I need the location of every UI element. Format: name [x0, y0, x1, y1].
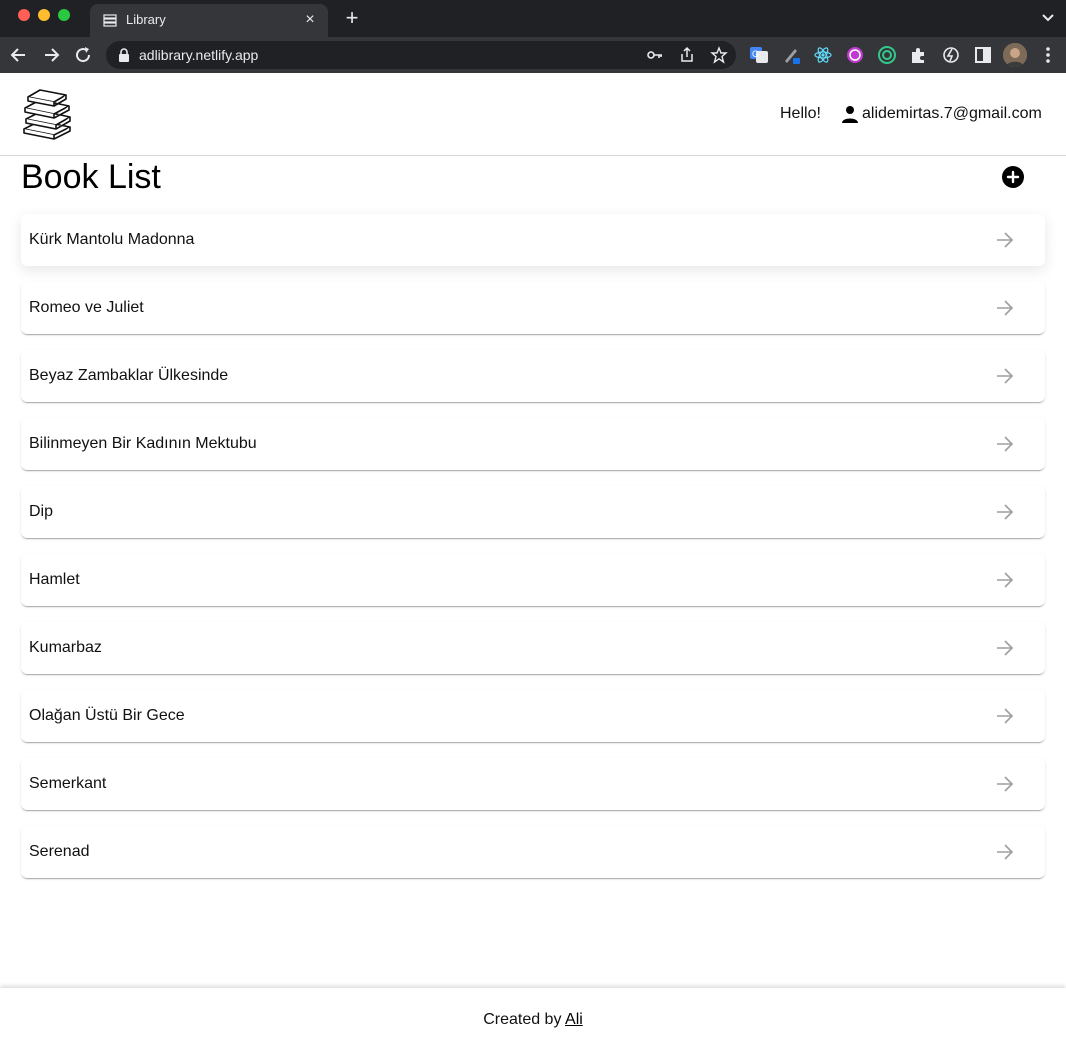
greeting-text: Hello!	[780, 105, 821, 122]
book-title: Semerkant	[29, 775, 107, 792]
sync-extension-icon[interactable]	[941, 45, 961, 65]
user-email[interactable]: alidemirtas.7@gmail.com	[862, 105, 1042, 123]
plus-icon	[1006, 170, 1020, 184]
profile-photo-icon	[1003, 43, 1027, 67]
book-list-item[interactable]: Hamlet	[21, 554, 1045, 606]
tab-title: Library	[126, 12, 166, 27]
book-title: Beyaz Zambaklar Ülkesinde	[29, 367, 229, 384]
browser-menu-icon[interactable]	[1038, 45, 1058, 65]
book-title: Hamlet	[29, 571, 80, 588]
address-bar[interactable]: adlibrary.netlify.app	[106, 41, 736, 69]
arrow-right-icon[interactable]	[995, 638, 1015, 658]
footer-prefix: Created by	[483, 1011, 562, 1028]
book-title: Bilinmeyen Bir Kadının Mektubu	[29, 435, 257, 452]
book-list: Kürk Mantolu Madonna Romeo ve Juliet Beyaz…	[21, 214, 1045, 894]
add-book-button[interactable]	[1002, 166, 1024, 188]
arrow-right-icon[interactable]	[995, 774, 1015, 794]
book-title: Dip	[29, 503, 54, 520]
book-list-item[interactable]: Bilinmeyen Bir Kadının Mektubu	[21, 418, 1045, 470]
footer-credit: Created by Ali	[0, 1011, 1066, 1029]
bookmark-star-icon[interactable]	[710, 46, 728, 64]
tab-search-chevron-icon[interactable]	[1040, 9, 1056, 25]
tab-close-icon[interactable]: ×	[300, 10, 320, 30]
arrow-right-icon[interactable]	[995, 502, 1015, 522]
share-icon[interactable]	[678, 46, 696, 64]
arrow-right-icon[interactable]	[995, 842, 1015, 862]
arrow-right-icon[interactable]	[995, 230, 1015, 250]
react-devtools-icon[interactable]	[813, 45, 833, 65]
maximize-window-button[interactable]	[58, 9, 70, 21]
profile-avatar[interactable]	[1003, 43, 1027, 67]
extensions-puzzle-icon[interactable]	[909, 45, 929, 65]
footer: Created by Ali	[0, 988, 1066, 1044]
key-icon[interactable]	[646, 46, 664, 64]
svg-text:G: G	[752, 49, 759, 59]
lock-icon	[119, 48, 129, 62]
book-list-item[interactable]: Dip	[21, 486, 1045, 538]
redux-extension-icon[interactable]	[845, 45, 865, 65]
book-list-item[interactable]: Beyaz Zambaklar Ülkesinde	[21, 350, 1045, 402]
author-link[interactable]: Ali	[565, 1011, 583, 1028]
books-favicon-icon	[103, 14, 117, 27]
book-title: Olağan Üstü Bir Gece	[29, 707, 185, 724]
book-list-item[interactable]: Romeo ve Juliet	[21, 282, 1045, 334]
arrow-right-icon[interactable]	[995, 434, 1015, 454]
book-list-item[interactable]: Kürk Mantolu Madonna	[21, 214, 1045, 266]
arrow-right-icon[interactable]	[995, 570, 1015, 590]
app-header: Hello! alidemirtas.7@gmail.com	[0, 73, 1066, 156]
book-list-item[interactable]: Olağan Üstü Bir Gece	[21, 690, 1045, 742]
new-tab-button[interactable]: +	[341, 7, 363, 29]
target-extension-icon[interactable]	[877, 45, 897, 65]
book-title: Kumarbaz	[29, 639, 102, 656]
books-logo-icon[interactable]	[20, 87, 74, 141]
back-arrow-icon[interactable]	[8, 44, 30, 66]
pen-extension-icon[interactable]	[781, 45, 801, 65]
browser-tab[interactable]: Library ×	[90, 4, 328, 37]
book-list-item[interactable]: Semerkant	[21, 758, 1045, 810]
page-title: Book List	[21, 158, 161, 196]
user-icon	[842, 106, 858, 123]
minimize-window-button[interactable]	[38, 9, 50, 21]
book-title: Romeo ve Juliet	[29, 299, 144, 316]
book-title: Serenad	[29, 843, 90, 860]
side-panel-icon[interactable]	[973, 45, 993, 65]
book-list-item[interactable]: Serenad	[21, 826, 1045, 878]
browser-tab-bar: Library × +	[0, 0, 1066, 37]
book-title: Kürk Mantolu Madonna	[29, 231, 195, 248]
book-list-item[interactable]: Kumarbaz	[21, 622, 1045, 674]
arrow-right-icon[interactable]	[995, 366, 1015, 386]
arrow-right-icon[interactable]	[995, 706, 1015, 726]
translate-extension-icon[interactable]: G	[749, 45, 769, 65]
reload-icon[interactable]	[72, 44, 94, 66]
close-window-button[interactable]	[18, 9, 30, 21]
forward-arrow-icon[interactable]	[40, 44, 62, 66]
browser-toolbar: adlibrary.netlify.app G	[0, 37, 1066, 73]
arrow-right-icon[interactable]	[995, 298, 1015, 318]
url-text: adlibrary.netlify.app	[139, 47, 259, 63]
